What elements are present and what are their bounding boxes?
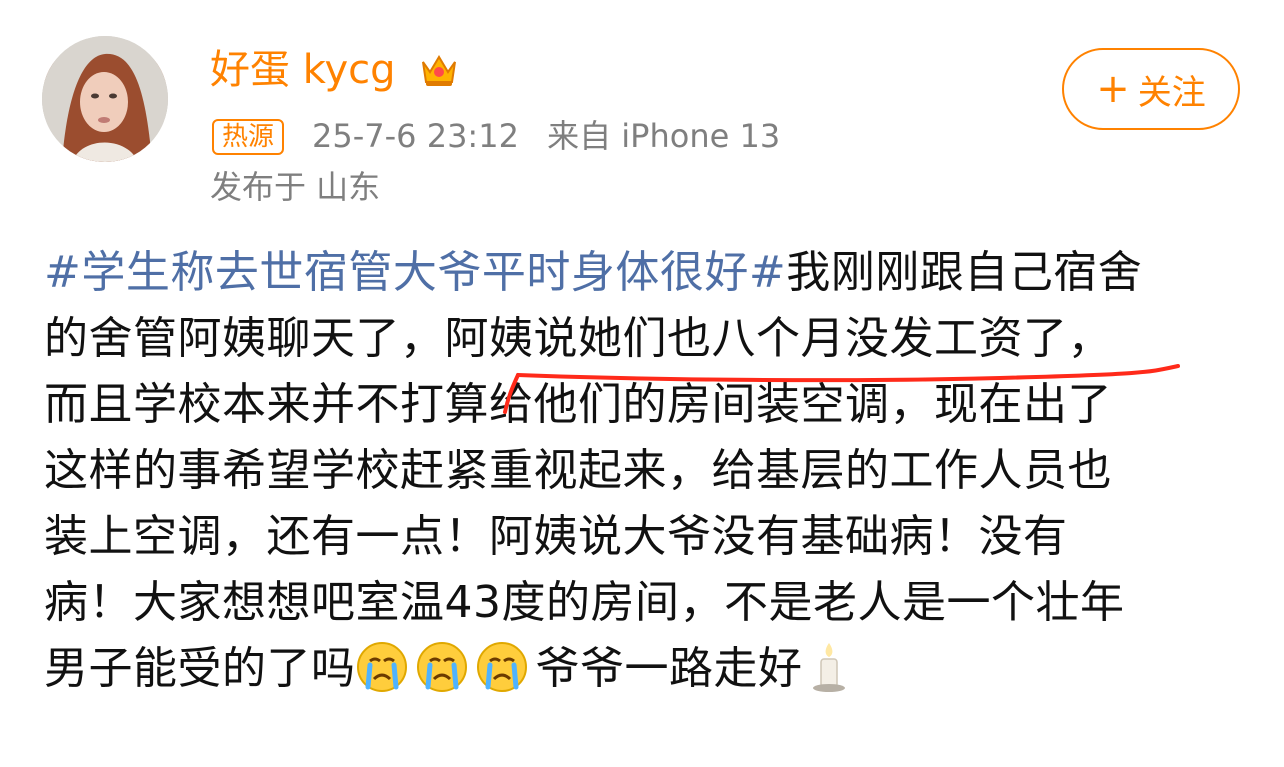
plus-icon: + <box>1096 66 1130 112</box>
avatar[interactable] <box>42 36 168 162</box>
follow-label: 关注 <box>1137 72 1206 113</box>
post-text: 男子能受的了吗 <box>44 643 356 694</box>
crying-face-icon <box>416 642 467 692</box>
avatar-portrait <box>42 36 168 162</box>
post-location: 发布于 山东 <box>210 168 381 206</box>
crying-face-icon <box>476 642 527 692</box>
post-line-3: 而且学校本来并不打算给他们的房间装空调，现在出了 <box>44 379 1112 430</box>
post-text: 我刚刚跟自己宿舍 <box>786 247 1143 298</box>
post-meta: 25-7-6 23:12 来自 iPhone 13 <box>312 114 780 158</box>
post-source: 来自 iPhone 13 <box>547 117 781 155</box>
post-line-2: 的舍管阿姨聊天了，阿姨说她们也八个月没发工资了， <box>44 313 1112 364</box>
follow-button[interactable]: + 关注 <box>1062 48 1240 130</box>
weibo-post-card: 好蛋 kycg + 关注 热源 25-7-6 23:12 来自 iPhone 1… <box>0 0 1284 767</box>
hot-source-badge[interactable]: 热源 <box>212 119 285 155</box>
crown-icon <box>422 55 456 86</box>
crying-face-icon <box>356 642 407 692</box>
post-line-5: 装上空调，还有一点！阿姨说大爷没有基础病！没有 <box>44 511 1068 562</box>
post-text: 爷爷一路走好 <box>535 643 803 694</box>
topic-link[interactable]: #学生称去世宿管大爷平时身体很好# <box>44 247 786 298</box>
post-line-7: 男子能受的了吗 爷爷一路走好 <box>44 636 1244 702</box>
post-line-6: 病！大家想想吧室温43度的房间，不是老人是一个壮年 <box>44 577 1125 628</box>
candle-icon <box>812 643 845 692</box>
post-line-4: 这样的事希望学校赶紧重视起来，给基层的工作人员也 <box>44 445 1112 496</box>
username[interactable]: 好蛋 kycg <box>210 44 396 96</box>
post-body: #学生称去世宿管大爷平时身体很好#我刚刚跟自己宿舍 的舍管阿姨聊天了，阿姨说她们… <box>44 240 1244 702</box>
post-timestamp: 25-7-6 23:12 <box>312 117 519 155</box>
post-line-1: #学生称去世宿管大爷平时身体很好#我刚刚跟自己宿舍 <box>44 240 1244 306</box>
